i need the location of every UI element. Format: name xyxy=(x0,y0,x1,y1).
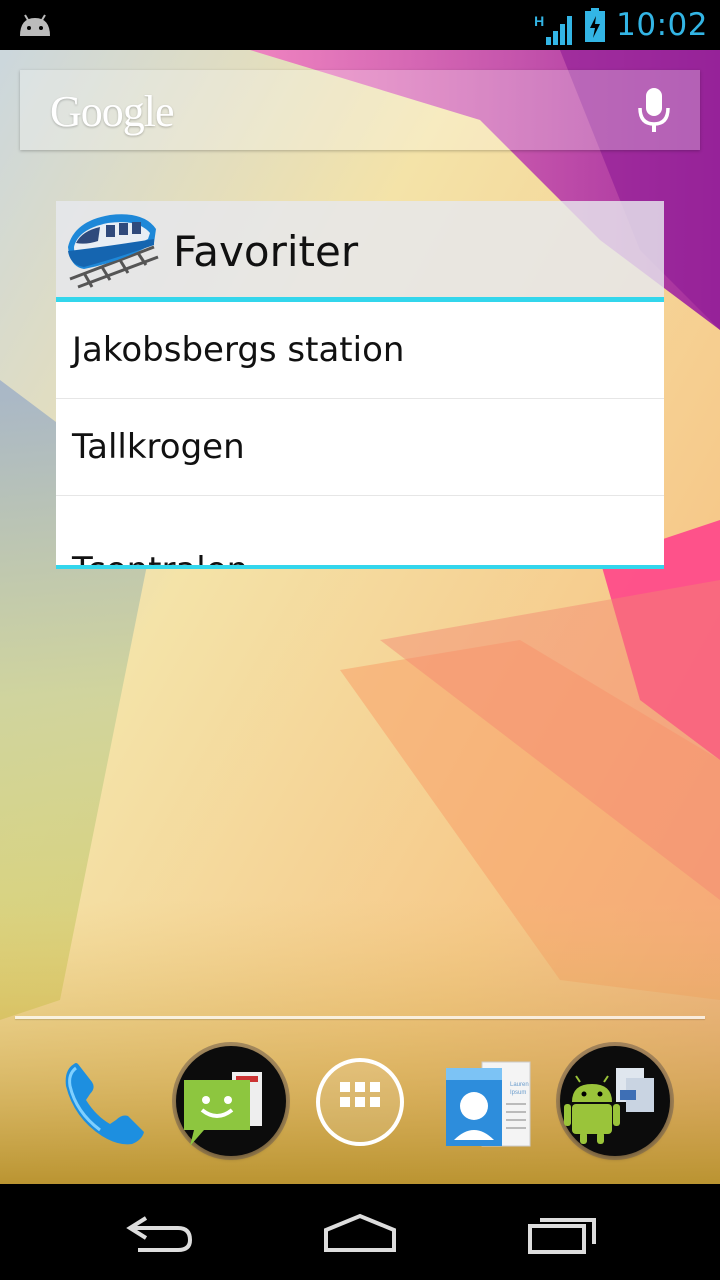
signal-status: H xyxy=(534,7,574,45)
android-apps-folder[interactable] xyxy=(560,1046,670,1156)
back-icon[interactable] xyxy=(120,1208,200,1258)
train-icon xyxy=(68,214,159,289)
list-item[interactable]: Tcentralen xyxy=(56,496,664,565)
status-bar: H 10:02 xyxy=(0,0,720,50)
contacts-icon xyxy=(446,1061,531,1147)
contacts-card-line2: Ipsum xyxy=(510,1090,527,1096)
app-drawer-button[interactable] xyxy=(316,1058,404,1146)
navigation-bar xyxy=(0,1184,720,1280)
android-notification-icon xyxy=(20,14,50,36)
contacts-app[interactable]: Lauren Ipsum xyxy=(442,1060,534,1148)
clock: 10:02 xyxy=(616,7,708,43)
contacts-card-line1: Lauren xyxy=(510,1082,529,1088)
messaging-icon xyxy=(184,1072,262,1146)
google-logo: Google xyxy=(50,87,175,136)
mic-icon[interactable] xyxy=(638,86,670,134)
app-drawer-icon xyxy=(340,1082,380,1107)
list-item[interactable]: Tallkrogen xyxy=(56,399,664,496)
google-search-bar[interactable]: Google xyxy=(20,70,700,150)
widget-bottom-divider xyxy=(56,565,664,569)
widget-header[interactable]: Favoriter xyxy=(56,201,664,302)
home-icon[interactable] xyxy=(318,1208,402,1258)
widget-title: Favoriter xyxy=(173,227,359,276)
recent-apps-icon[interactable] xyxy=(524,1208,604,1258)
dock-divider xyxy=(15,1016,705,1019)
favorites-list: Jakobsbergs station Tallkrogen Tcentrale… xyxy=(56,302,664,565)
signal-icon xyxy=(546,16,573,45)
messaging-app[interactable] xyxy=(176,1046,286,1156)
android-apps-icon xyxy=(564,1068,654,1144)
list-item[interactable]: Jakobsbergs station xyxy=(56,302,664,399)
phone-icon[interactable] xyxy=(56,1056,152,1152)
favorites-widget: Favoriter Jakobsbergs station Tallkrogen… xyxy=(56,201,664,569)
battery-charging-icon xyxy=(585,8,606,42)
